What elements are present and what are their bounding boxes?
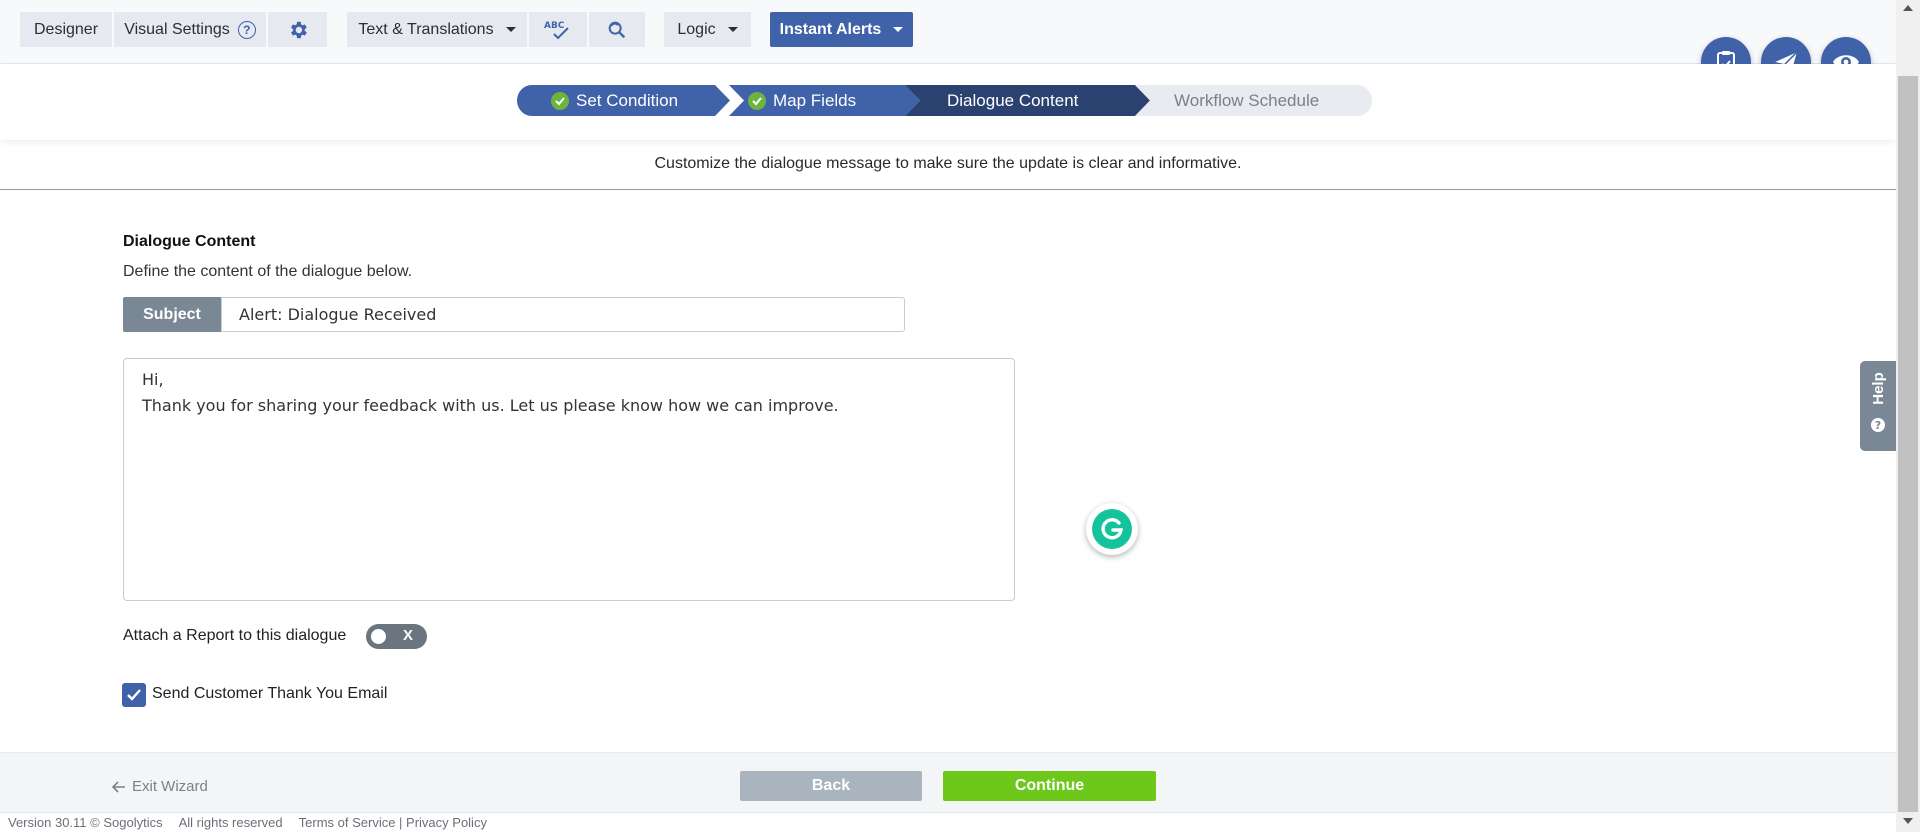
logic-button[interactable]: Logic	[664, 12, 751, 47]
step-label: Workflow Schedule	[1174, 90, 1320, 110]
settings-gear-button[interactable]	[268, 12, 327, 47]
arrow-left-icon	[112, 780, 125, 793]
rights-text: All rights reserved	[178, 815, 283, 830]
help-label: Help	[1869, 371, 1887, 405]
logic-label: Logic	[677, 20, 716, 38]
spellcheck-button[interactable]: ABC	[529, 12, 587, 47]
visual-settings-button[interactable]: Visual Settings ?	[114, 12, 266, 47]
continue-button[interactable]: Continue	[943, 771, 1156, 801]
body-line: Thank you for sharing your feedback with…	[142, 396, 839, 415]
attach-report-toggle[interactable]: X	[366, 624, 427, 649]
subject-input[interactable]	[221, 297, 905, 332]
question-circle-icon: ?	[1871, 417, 1885, 432]
step-label: Map Fields	[773, 90, 857, 110]
scrollbar-thumb[interactable]	[1898, 76, 1918, 812]
back-button[interactable]: Back	[740, 771, 922, 801]
step-workflow-schedule[interactable]: Workflow Schedule	[1174, 85, 1319, 116]
attach-report-label: Attach a Report to this dialogue	[123, 627, 347, 644]
svg-text:ABC: ABC	[544, 21, 565, 31]
find-replace-button[interactable]	[589, 12, 645, 47]
send-email-checkbox[interactable]	[122, 683, 146, 707]
grammarly-button[interactable]	[1086, 503, 1138, 555]
scroll-down-arrow-icon[interactable]	[1903, 818, 1913, 824]
grammarly-icon	[1092, 509, 1132, 549]
svg-text:?: ?	[1875, 419, 1881, 432]
terms-privacy-link[interactable]: Terms of Service | Privacy Policy	[299, 815, 487, 830]
step-set-condition[interactable]: Set Condition	[551, 85, 678, 116]
send-email-label[interactable]: Send Customer Thank You Email	[152, 685, 387, 703]
exit-wizard-label: Exit Wizard	[132, 778, 208, 795]
top-toolbar: Designer Visual Settings ? Text & Transl…	[0, 0, 1896, 64]
toggle-knob	[371, 629, 386, 644]
close-icon: X	[403, 627, 414, 644]
help-tab[interactable]: Help ?	[1860, 361, 1896, 451]
designer-label: Designer	[33, 20, 99, 38]
step-label: Set Condition	[576, 90, 679, 110]
divider	[0, 189, 1896, 190]
instant-alerts-button[interactable]: Instant Alerts	[770, 12, 913, 47]
text-translations-button[interactable]: Text & Translations	[347, 12, 527, 47]
visual-settings-label: Visual Settings	[124, 20, 230, 38]
message-body-editor[interactable]: Hi, Thank you for sharing your feedback w…	[123, 358, 1015, 601]
scroll-up-arrow-icon[interactable]	[1903, 5, 1913, 11]
instruction-text: Customize the dialogue message to make s…	[654, 155, 1242, 172]
text-translations-label: Text & Translations	[358, 20, 494, 38]
instant-alerts-label: Instant Alerts	[779, 20, 882, 38]
chevron-down-icon	[727, 27, 738, 32]
chevron-down-icon	[505, 27, 516, 32]
page-scrollbar[interactable]	[1896, 0, 1920, 832]
step-map-fields[interactable]: Map Fields	[748, 85, 856, 116]
step-dialogue-content[interactable]: Dialogue Content	[947, 85, 1078, 116]
checkmark-icon	[127, 689, 141, 701]
designer-button[interactable]: Designer	[20, 12, 112, 47]
chevron-down-icon	[893, 27, 904, 32]
copyright-bar: Version 30.11 © Sogolytics All rights re…	[0, 812, 1896, 832]
gear-icon	[290, 21, 307, 38]
section-title: Dialogue Content	[123, 233, 256, 250]
check-circle-icon	[748, 91, 766, 110]
search-refresh-icon	[608, 21, 626, 38]
spellcheck-icon: ABC	[544, 21, 569, 39]
section-description: Define the content of the dialogue below…	[123, 263, 413, 280]
question-circle-icon[interactable]: ?	[237, 20, 256, 39]
exit-wizard-link[interactable]: Exit Wizard	[112, 778, 208, 795]
version-text: Version 30.11 © Sogolytics	[8, 815, 163, 830]
step-label: Dialogue Content	[947, 90, 1079, 110]
subject-label: Subject	[123, 297, 221, 332]
check-circle-icon	[551, 91, 569, 110]
body-line: Hi,	[142, 370, 164, 389]
